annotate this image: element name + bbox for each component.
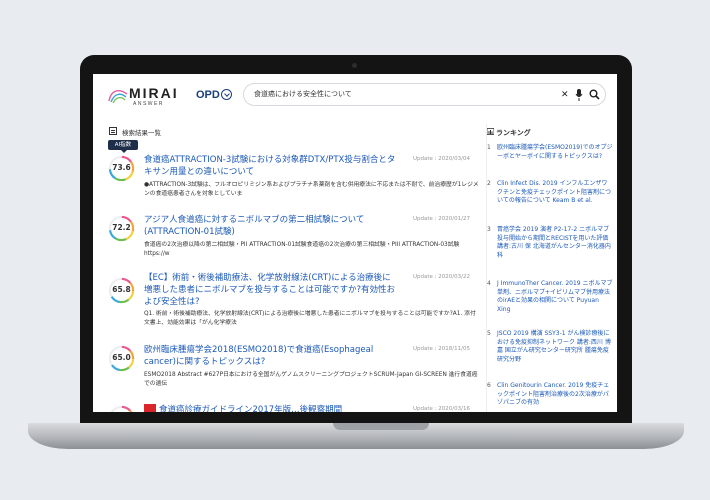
ai-index-badge: AI指数	[108, 140, 138, 153]
rank-number: 1	[487, 144, 491, 151]
ai-score: 65.8	[112, 285, 131, 294]
new-tag	[144, 404, 156, 412]
logo-mark-icon	[108, 89, 128, 104]
rank-number: 6	[487, 382, 491, 389]
update-date: Update : 2020/03/04	[413, 156, 470, 162]
logo-text: MIRAI	[129, 85, 179, 101]
ranking-link[interactable]: Clin Genitourin Cancer. 2019 免疫チェックポイント阻…	[497, 382, 613, 408]
laptop-notch	[333, 423, 429, 430]
result-title[interactable]: 欧州臨床腫瘍学会2018(ESMO2018)で食道癌(Esophageal ca…	[144, 344, 396, 368]
ranking-link[interactable]: 胃癌学会 2019 演者 P2-17-2 ニボルマブ投与開始から期間とRECIS…	[497, 226, 613, 260]
update-date: Update : 2020/01/27	[413, 216, 470, 222]
ai-score: 73.6	[112, 163, 131, 172]
ai-score: 72.2	[112, 223, 131, 232]
update-date: Update : 2018/11/05	[413, 346, 470, 352]
ranking-heading: ランキング	[496, 129, 531, 137]
result-title[interactable]: アジア人食道癌に対するニボルマブの第二相試験について(ATTRACTION-01…	[144, 214, 396, 238]
result-snippet: ESMO2018 Abstract #627P日本における全国がんゲノムスクリー…	[144, 372, 478, 387]
result-title[interactable]: 食道癌ATTRACTION-3試験における対象群DTX/PTX投与割合とタキサン…	[144, 154, 396, 178]
category-selector[interactable]: OPD	[196, 89, 220, 101]
camera-icon	[352, 63, 357, 68]
clear-icon[interactable]: ✕	[561, 89, 569, 101]
logo[interactable]: MIRAI ANSWER	[107, 84, 179, 108]
laptop-base	[28, 423, 684, 449]
header: MIRAI ANSWER OPD 食道癌における安全性について ✕	[93, 74, 617, 114]
ranking-icon	[487, 128, 494, 135]
ranking-panel: ランキング 1 欧州臨床腫瘍学会(ESMO2019)でのオプジーボとヤーボイに関…	[486, 124, 616, 412]
rank-number: 2	[487, 180, 491, 187]
microphone-icon[interactable]	[575, 89, 583, 101]
rank-number: 3	[487, 226, 491, 233]
ai-score: 65.0	[112, 353, 131, 362]
result-snippet: 食道癌の2次治療以降の第二相試験・PII ATTRACTION-01試験食道癌の…	[144, 242, 460, 257]
search-icon[interactable]	[589, 89, 600, 100]
ranking-link[interactable]: 欧州臨床腫瘍学会(ESMO2019)でのオプジーボとヤーボイに関するトピックスは…	[497, 144, 613, 161]
result-title[interactable]: 【EC】術前・術後補助療法、化学放射線法(CRT)による治療後に増悪した患者にニ…	[144, 272, 396, 308]
rank-number: 5	[487, 330, 491, 337]
results-heading: 検索結果一覧	[122, 129, 161, 137]
search-bar[interactable]: 食道癌における安全性について ✕	[243, 83, 606, 106]
result-title[interactable]: 食道癌診療ガイドライン2017年版…後観察期間	[159, 404, 411, 412]
search-input[interactable]: 食道癌における安全性について	[254, 89, 352, 99]
ai-score-gauge	[110, 405, 133, 412]
chevron-down-icon[interactable]	[221, 89, 232, 100]
logo-subtext: ANSWER	[133, 101, 164, 107]
app-screen: MIRAI ANSWER OPD 食道癌における安全性について ✕ 検索結果一覧…	[93, 74, 617, 412]
result-snippet: ●ATTRACTION-3試験は、フルオロピリミジン系およびプラチナ系薬剤を含む…	[144, 182, 479, 197]
list-icon	[109, 127, 117, 135]
ranking-link[interactable]: JSCO 2019 構演 SSY3-1 がん検診療後における免疫抑制ネットワーク…	[497, 330, 613, 364]
update-date: Update : 2020/03/22	[413, 274, 470, 280]
ranking-link[interactable]: J ImmunoTher Cancer. 2019 ニボルマブ単剤、ニボルマブ+…	[497, 280, 613, 314]
rank-number: 4	[487, 280, 491, 287]
ranking-link[interactable]: Clin Infect Dis. 2019 インフルエンザワクチンと免疫チェック…	[497, 180, 613, 206]
update-date: Update : 2020/03/16	[413, 406, 470, 412]
result-snippet: Q1. 術前・術後補助療法、化学放射線法(CRT)による治療後に増悪した患者にニ…	[144, 311, 476, 326]
